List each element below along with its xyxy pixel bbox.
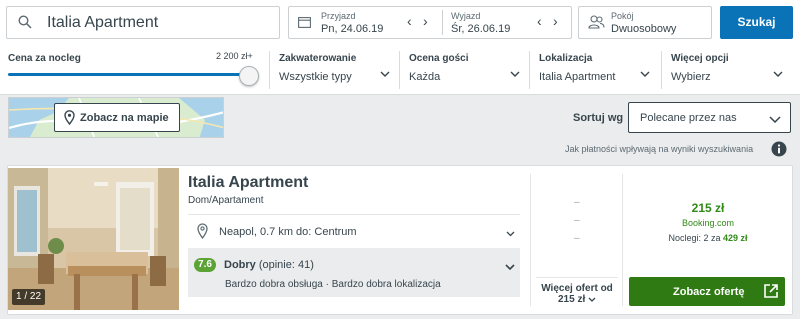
column-divider [530,174,531,306]
calendar-icon [298,16,311,31]
more-options-value: Wybierz [671,71,711,83]
filter-bar: Cena za nocleg 2 200 zł+ Zakwaterowanie … [0,45,800,95]
search-button[interactable]: Szukaj [720,6,793,39]
nights-prefix: Noclegi: 2 za [668,233,721,243]
hotel-title[interactable]: Italia Apartment [188,174,308,192]
checkout-prev-button[interactable]: ‹ [537,14,542,28]
destination-input[interactable]: Italia Apartment [6,6,280,39]
placeholder-dash: – [574,215,580,226]
chevron-down-icon [588,294,596,305]
chevron-down-icon[interactable] [505,261,515,273]
rating-value: Każda [409,71,441,83]
map-pin-icon [197,223,208,242]
sort-select[interactable]: Polecane przez nas [628,102,791,133]
chevron-down-icon[interactable] [380,68,390,80]
more-options-filter[interactable]: Więcej opcji Wybierz [671,53,729,84]
offer-price[interactable]: 215 zł [623,201,793,215]
chevron-down-icon[interactable] [640,68,650,80]
more-offers-price: 215 zł [557,294,586,305]
room-selector[interactable]: Pokój Dwuosobowy [578,6,712,39]
search-bar: Italia Apartment Przyjazd Pn, 24.06.19 ‹… [0,0,800,45]
room-label: Pokój [611,11,634,21]
checkin-label: Przyjazd [321,11,356,21]
filter-divider [269,51,270,89]
checkout-value: Śr, 26.06.19 [451,23,511,35]
rating-score-badge: 7.6 [194,258,216,272]
checkout-next-button[interactable]: › [553,14,558,28]
filter-divider [529,51,530,89]
checkin-next-button[interactable]: › [423,14,428,28]
room-value: Dwuosobowy [611,23,677,35]
rating-summary: Dobry (opinie: 41) [224,259,314,271]
view-offer-label: Zobacz ofertę [673,286,745,298]
price-slider-track[interactable] [8,73,250,76]
filter-divider [661,51,662,89]
more-offers-label: Więcej ofert od [541,283,613,294]
accommodation-label: Zakwaterowanie [279,53,357,64]
rating-word: Dobry [224,259,256,271]
divider [188,214,520,215]
map-pin-icon [64,110,75,128]
external-link-icon [763,283,779,302]
rating-count: (opinie: 41) [258,259,314,271]
rating-description: Bardzo dobra obsługa · Bardzo dobra loka… [225,279,441,290]
checkout-field[interactable]: Wyjazd Śr, 26.06.19 [451,11,510,36]
hotel-location[interactable]: Neapol, 0.7 km do: Centrum [219,226,357,238]
hotel-type: Dom/Apartament [188,195,264,206]
checkin-field[interactable]: Przyjazd Pn, 24.06.19 [321,11,383,36]
chevron-down-icon[interactable] [506,228,515,240]
rating-filter[interactable]: Ocena gości Każda [409,53,468,84]
photo-counter: 1 / 22 [12,289,46,305]
rating-label: Ocena gości [409,53,469,64]
chevron-down-icon [769,114,781,126]
chevron-down-icon[interactable] [773,68,783,80]
checkout-label: Wyjazd [451,11,481,21]
date-divider [442,10,443,35]
date-picker[interactable]: Przyjazd Pn, 24.06.19 ‹ › Wyjazd Śr, 26.… [288,6,572,39]
destination-value: Italia Apartment [47,14,159,31]
sort-value: Polecane przez nas [640,112,737,124]
more-options-label: Więcej opcji [671,53,729,64]
view-offer-button[interactable]: Zobacz ofertę [629,277,785,306]
nights-total: Noclegi: 2 za 429 zł [623,233,793,243]
show-map-button[interactable]: Zobacz na mapie [54,103,180,132]
sort-label: Sortuj wg [573,112,624,124]
search-icon [18,15,32,32]
chevron-down-icon[interactable] [510,68,520,80]
checkin-value: Pn, 24.06.19 [321,23,384,35]
checkin-prev-button[interactable]: ‹ [407,14,412,28]
payment-info-link[interactable]: Jak płatności wpływają na wyniki wyszuki… [565,144,753,154]
people-icon [588,15,605,32]
info-icon[interactable] [771,141,787,160]
more-offers-button[interactable]: Więcej ofert od 215 zł [536,283,618,305]
placeholder-dash: – [574,197,580,208]
divider [536,277,618,278]
offer-provider[interactable]: Booking.com [623,218,793,228]
price-slider-handle[interactable] [239,66,259,86]
show-map-label: Zobacz na mapie [80,112,169,124]
price-filter-label: Cena za nocleg [8,53,81,64]
filter-divider [399,51,400,89]
accommodation-filter[interactable]: Zakwaterowanie Wszystkie typy [279,53,356,84]
placeholder-dash: – [574,233,580,244]
nights-total-price: 429 zł [723,233,748,243]
accommodation-value: Wszystkie typy [279,71,352,83]
location-label: Lokalizacja [539,53,593,64]
location-value: Italia Apartment [539,71,616,83]
location-filter[interactable]: Lokalizacja Italia Apartment [539,53,615,84]
price-filter-max: 2 200 zł+ [216,51,253,61]
